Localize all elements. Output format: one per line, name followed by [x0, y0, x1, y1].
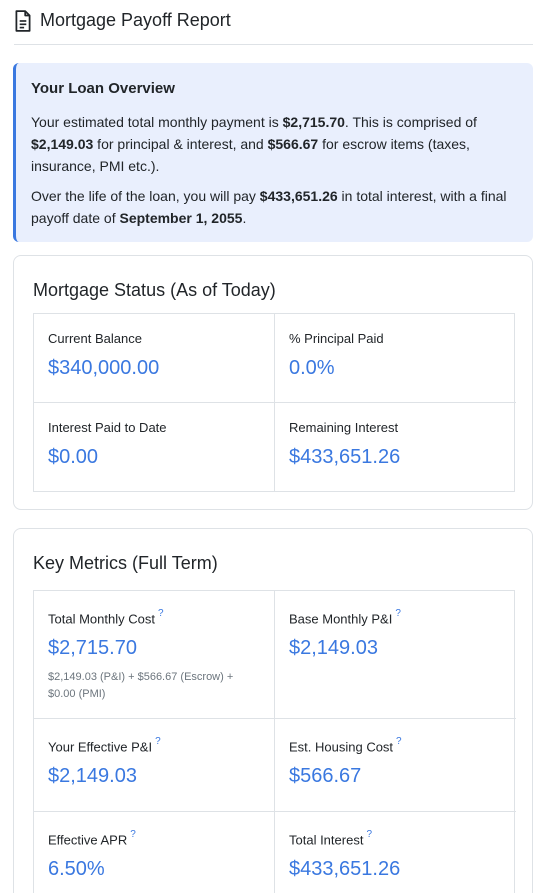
metric-value: 6.50%	[48, 858, 105, 881]
current-balance-cell: Current Balance $340,000.00	[34, 314, 275, 403]
principal-interest-amount: $2,149.03	[31, 136, 94, 152]
escrow-amount: $566.67	[267, 136, 319, 152]
total-interest-cell: Total Interest? $433,651.26	[275, 812, 516, 893]
metrics-grid: Total Monthly Cost? $2,715.70 $2,149.03 …	[33, 590, 516, 893]
overview-interest-text: Over the life of the loan, you will pay …	[31, 188, 507, 226]
total-interest-amount: $433,651.26	[259, 188, 338, 204]
metric-label: Total Monthly Cost?	[48, 608, 164, 627]
help-tooltip-icon[interactable]: ?	[158, 608, 164, 619]
cost-breakdown-note: $2,149.03 (P&I) + $566.67 (Escrow) + $0.…	[48, 671, 234, 701]
metric-value: $2,715.70	[48, 637, 137, 660]
report-header: Mortgage Payoff Report	[14, 9, 533, 45]
housing-cost-cell: Est. Housing Cost? $566.67	[275, 719, 516, 812]
total-monthly-cost-cell: Total Monthly Cost? $2,715.70 $2,149.03 …	[34, 591, 275, 719]
metric-label: Your Effective P&I?	[48, 736, 161, 755]
interest-paid-cell: Interest Paid to Date $0.00	[34, 403, 275, 491]
metric-value: $2,149.03	[289, 637, 378, 660]
metric-value: 0.0%	[289, 357, 335, 379]
metric-value: $566.67	[289, 765, 362, 788]
help-tooltip-icon[interactable]: ?	[395, 608, 401, 619]
metric-label: Base Monthly P&I?	[289, 608, 401, 627]
help-tooltip-icon[interactable]: ?	[130, 829, 136, 840]
metric-value: $433,651.26	[289, 858, 401, 881]
document-icon	[15, 10, 31, 32]
total-monthly-payment: $2,715.70	[282, 114, 345, 130]
status-title: Mortgage Status (As of Today)	[33, 280, 276, 300]
metric-value: $0.00	[48, 446, 99, 468]
base-monthly-pi-cell: Base Monthly P&I? $2,149.03	[275, 591, 516, 719]
overview-payment-text: Your estimated total monthly payment is …	[31, 114, 477, 174]
mortgage-status-card: Mortgage Status (As of Today) Current Ba…	[13, 255, 533, 510]
metric-label: Remaining Interest	[289, 420, 399, 435]
effective-pi-cell: Your Effective P&I? $2,149.03	[34, 719, 275, 812]
metric-label: % Principal Paid	[289, 331, 384, 346]
metric-label: Total Interest?	[289, 829, 372, 848]
overview-title: Your Loan Overview	[31, 80, 175, 97]
key-metrics-card: Key Metrics (Full Term) Total Monthly Co…	[13, 528, 533, 893]
metric-label: Est. Housing Cost?	[289, 736, 402, 755]
help-tooltip-icon[interactable]: ?	[155, 736, 161, 747]
loan-overview-callout: Your Loan Overview Your estimated total …	[13, 63, 533, 242]
metric-value: $2,149.03	[48, 765, 137, 788]
metric-value: $433,651.26	[289, 446, 401, 468]
metric-value: $340,000.00	[48, 357, 160, 379]
principal-paid-cell: % Principal Paid 0.0%	[275, 314, 516, 403]
metric-label: Current Balance	[48, 331, 142, 346]
status-grid: Current Balance $340,000.00 % Principal …	[33, 313, 516, 492]
metrics-title: Key Metrics (Full Term)	[33, 553, 218, 573]
help-tooltip-icon[interactable]: ?	[396, 736, 402, 747]
remaining-interest-cell: Remaining Interest $433,651.26	[275, 403, 516, 491]
metric-label: Interest Paid to Date	[48, 420, 167, 435]
help-tooltip-icon[interactable]: ?	[366, 829, 372, 840]
payoff-date: September 1, 2055	[119, 210, 243, 226]
effective-apr-cell: Effective APR? 6.50%	[34, 812, 275, 893]
page-title: Mortgage Payoff Report	[40, 10, 231, 30]
metric-label: Effective APR?	[48, 829, 136, 848]
